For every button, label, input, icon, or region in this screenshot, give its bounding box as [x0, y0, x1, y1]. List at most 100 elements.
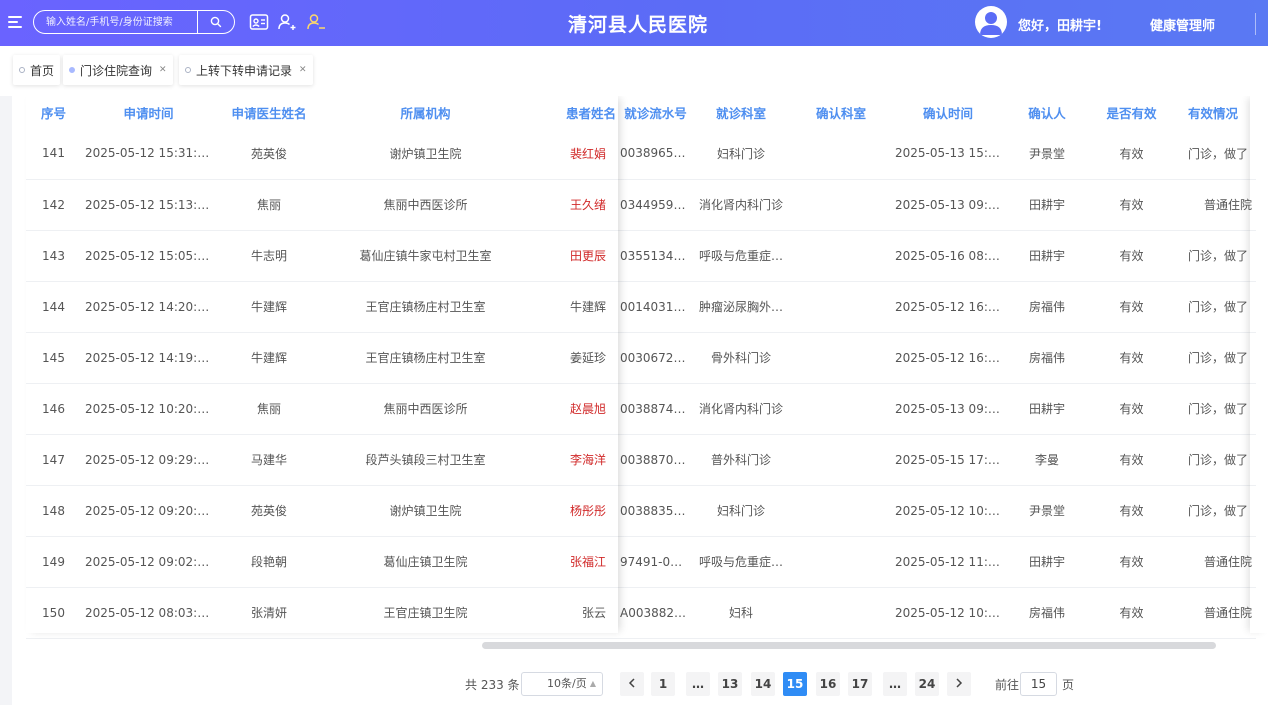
cell-doctor: 牛建辉	[216, 332, 322, 384]
page-button[interactable]: 14	[751, 672, 775, 696]
column-header[interactable]: 确认人	[1005, 96, 1089, 128]
page-button[interactable]: 16	[816, 672, 840, 696]
table-row[interactable]: 146 2025-05-12 10:20:37 焦丽 焦丽中西医诊所 赵晨旭 003887…	[26, 383, 1256, 435]
cell-dept: 呼吸与危重症…	[691, 536, 791, 588]
top-header: 清河县人民医院 您好，田耕宇! 健康管理师	[0, 0, 1268, 46]
cell-confirmer: 房福伟	[1005, 332, 1089, 384]
column-header[interactable]: 所属机构	[322, 96, 529, 128]
column-header[interactable]: 序号	[26, 96, 81, 128]
column-header[interactable]: 就诊科室	[691, 96, 791, 128]
goto-page-input[interactable]	[1020, 672, 1057, 696]
cell-confirm-time: 2025-05-13 09:5…	[891, 179, 1005, 231]
cell-index: 143	[26, 230, 81, 282]
cell-serial: 0038870-00…	[620, 434, 691, 486]
close-icon[interactable]: ✕	[299, 65, 307, 75]
table-row[interactable]: 141 2025-05-12 15:31:14 苑英俊 谢炉镇卫生院 裴红娟 003896…	[26, 128, 1256, 180]
id-card-icon[interactable]	[248, 11, 270, 33]
page-ellipsis-button[interactable]: …	[883, 672, 907, 696]
cell-valid: 有效	[1089, 434, 1174, 486]
page-size-select[interactable]: 10条/页 ▲	[521, 672, 603, 696]
table-row[interactable]: 143 2025-05-12 15:05:24 牛志明 葛仙庄镇牛家屯村卫生室 田更辰 0…	[26, 230, 1256, 282]
prev-page-button[interactable]	[620, 672, 644, 696]
cell-confirm-dept	[791, 587, 891, 639]
column-header[interactable]: 确认时间	[891, 96, 1005, 128]
add-user-icon[interactable]	[276, 11, 298, 33]
column-header[interactable]: 有效情况	[1174, 96, 1256, 128]
table-row[interactable]: 150 2025-05-12 08:03:46 张清妍 王官庄镇卫生院 张云 A00388…	[26, 587, 1256, 639]
cell-apply-time: 2025-05-12 14:20:35	[81, 281, 216, 333]
cell-apply-time: 2025-05-12 09:29:47	[81, 434, 216, 486]
column-header[interactable]: 申请医生姓名	[216, 96, 322, 128]
cell-doctor: 段艳朝	[216, 536, 322, 588]
cell-doctor: 焦丽	[216, 383, 322, 435]
table-row[interactable]: 148 2025-05-12 09:20:41 苑英俊 谢炉镇卫生院 杨彤彤 003883…	[26, 485, 1256, 537]
page-ellipsis-button[interactable]: …	[686, 672, 710, 696]
chevron-left-icon	[628, 678, 635, 688]
cell-confirm-dept	[791, 434, 891, 486]
cell-apply-time: 2025-05-12 09:02:47	[81, 536, 216, 588]
cell-confirm-dept	[791, 179, 891, 231]
cell-confirmer: 尹景堂	[1005, 128, 1089, 180]
cell-valid: 有效	[1089, 179, 1174, 231]
goto-label: 前往	[995, 678, 1020, 692]
tab-referral-records[interactable]: 上转下转申请记录 ✕	[179, 55, 313, 85]
cell-status: 普通住院	[1174, 587, 1256, 639]
cell-valid: 有效	[1089, 536, 1174, 588]
page-button[interactable]: 13	[718, 672, 742, 696]
chevron-right-icon	[956, 678, 963, 688]
column-header[interactable]: 患者姓名	[529, 96, 620, 128]
cell-confirmer: 田耕宇	[1005, 536, 1089, 588]
table-row[interactable]: 147 2025-05-12 09:29:47 马建华 段芦头镇段三村卫生室 李海洋 00…	[26, 434, 1256, 486]
cell-patient: 张福江	[529, 536, 620, 588]
horizontal-scrollbar[interactable]	[482, 642, 1216, 649]
cell-index: 146	[26, 383, 81, 435]
cell-dept: 消化肾内科门诊	[691, 383, 791, 435]
user-avatar[interactable]	[975, 6, 1007, 38]
table-row[interactable]: 145 2025-05-12 14:19:59 牛建辉 王官庄镇杨庄村卫生室 姜延珍 00…	[26, 332, 1256, 384]
column-header[interactable]: 是否有效	[1089, 96, 1174, 128]
total-count: 共 233 条	[465, 678, 520, 692]
cell-status: 普通住院	[1174, 179, 1256, 231]
search-input[interactable]	[34, 11, 198, 33]
tab-outpatient-query[interactable]: 门诊住院查询 ✕	[63, 55, 173, 85]
page-button[interactable]: 1	[651, 672, 675, 696]
cell-patient: 姜延珍	[529, 332, 620, 384]
cell-index: 149	[26, 536, 81, 588]
cell-doctor: 焦丽	[216, 179, 322, 231]
cell-dept: 呼吸与危重症…	[691, 230, 791, 282]
cell-serial: 0038835-00…	[620, 485, 691, 537]
table-header-row: 序号 申请时间 申请医生姓名 所属机构 患者姓名 就诊流水号 就诊科室 确认科室…	[26, 96, 1256, 128]
cell-dept: 妇科门诊	[691, 485, 791, 537]
search-button[interactable]	[198, 11, 234, 33]
cell-apply-time: 2025-05-12 15:05:24	[81, 230, 216, 282]
cell-patient: 杨彤彤	[529, 485, 620, 537]
page-button[interactable]: 17	[848, 672, 872, 696]
page-title: 清河县人民医院	[567, 14, 708, 36]
table-row[interactable]: 142 2025-05-12 15:13:03 焦丽 焦丽中西医诊所 王久绪 034495…	[26, 179, 1256, 231]
page-button-current[interactable]: 15	[783, 672, 807, 696]
cell-patient: 牛建辉	[529, 281, 620, 333]
search-icon	[210, 16, 222, 28]
cell-index: 145	[26, 332, 81, 384]
next-page-button[interactable]	[947, 672, 971, 696]
table-row[interactable]: 144 2025-05-12 14:20:35 牛建辉 王官庄镇杨庄村卫生室 牛建辉 00…	[26, 281, 1256, 333]
user-role[interactable]: 健康管理师	[1150, 15, 1215, 34]
cell-apply-time: 2025-05-12 14:19:59	[81, 332, 216, 384]
page-button[interactable]: 24	[915, 672, 939, 696]
header-divider	[1255, 13, 1256, 35]
column-header[interactable]: 申请时间	[81, 96, 216, 128]
cell-status: 门诊，做了	[1174, 332, 1256, 384]
cell-status: 门诊，做了	[1174, 281, 1256, 333]
cell-serial: 0038965-00…	[620, 128, 691, 180]
menu-toggle-icon[interactable]	[8, 16, 22, 30]
cell-serial: A00388241	[620, 587, 691, 639]
tab-home[interactable]: 首页	[13, 55, 61, 85]
user-transfer-icon[interactable]	[305, 11, 327, 33]
column-header[interactable]: 就诊流水号	[620, 96, 691, 128]
table-row[interactable]: 149 2025-05-12 09:02:47 段艳朝 葛仙庄镇卫生院 张福江 97491…	[26, 536, 1256, 588]
tab-label: 上转下转申请记录	[196, 63, 293, 78]
column-header[interactable]: 确认科室	[791, 96, 891, 128]
cell-doctor: 牛志明	[216, 230, 322, 282]
close-icon[interactable]: ✕	[159, 65, 167, 75]
cell-confirmer: 房福伟	[1005, 587, 1089, 639]
